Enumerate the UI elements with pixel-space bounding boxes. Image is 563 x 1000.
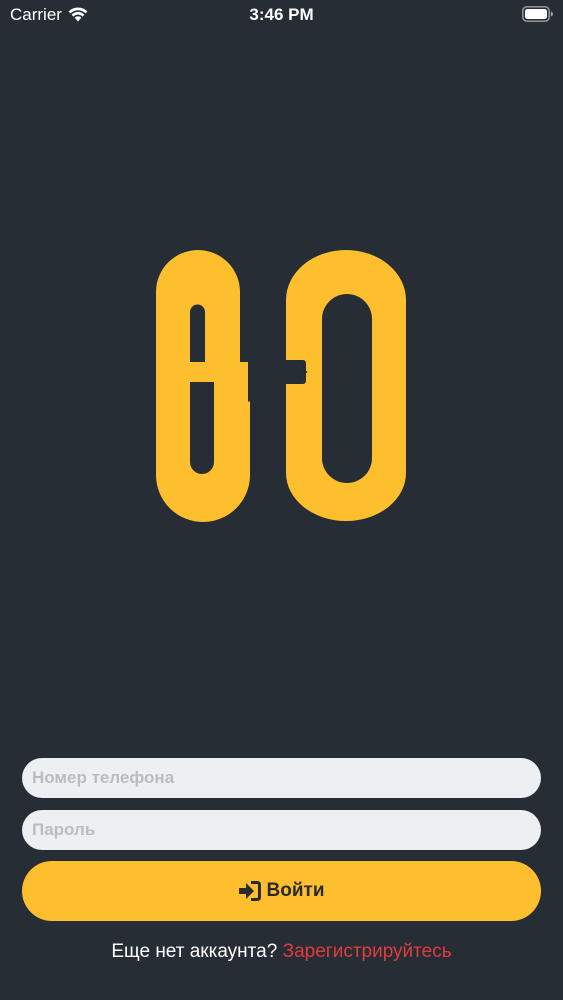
status-time: 3:46 PM xyxy=(249,5,314,24)
logo-letter-g xyxy=(156,250,250,522)
register-prompt-line: Еще нет аккаунта? Зарегистрируйтесь xyxy=(0,941,563,963)
logo-letter-o xyxy=(286,250,406,521)
login-button[interactable]: Войти xyxy=(22,861,541,921)
sign-in-icon xyxy=(238,881,261,901)
battery-icon xyxy=(522,6,553,22)
status-bar: Carrier 3:46 PM xyxy=(0,0,563,30)
phone-input[interactable] xyxy=(22,758,541,798)
go-logo xyxy=(156,250,406,522)
login-label: Войти xyxy=(266,880,325,901)
register-prompt-text: Еще нет аккаунта? xyxy=(111,941,278,962)
password-input[interactable] xyxy=(22,810,541,850)
register-link[interactable]: Зарегистрируйтесь xyxy=(283,941,452,962)
